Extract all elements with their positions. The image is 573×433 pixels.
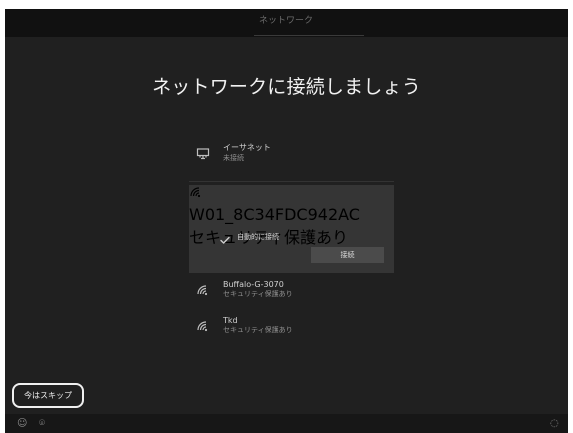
volume-icon[interactable]: ◌	[550, 419, 559, 429]
selected-network-panel[interactable]: W01_8C34FDC942AC セキュリティ保護あり 自動的に接続 接続	[189, 185, 394, 273]
setup-window: ネットワーク ネットワークに接続しましょう イーサネット 未接続 W01_8C3…	[5, 9, 568, 433]
ethernet-icon	[195, 146, 211, 162]
top-bar: ネットワーク	[5, 9, 568, 37]
network-name: Tkd	[223, 316, 238, 325]
microphone-icon[interactable]: ⌾	[39, 419, 45, 429]
selected-network-name: W01_8C34FDC942AC	[189, 205, 360, 224]
wifi-icon	[196, 319, 212, 335]
bottom-bar: ☺ ⌾ ◌	[5, 414, 568, 433]
network-row-buffalo[interactable]: Buffalo-G-3070 セキュリティ保護あり	[189, 273, 394, 307]
network-name: Buffalo-G-3070	[223, 280, 284, 289]
ethernet-network-row[interactable]: イーサネット 未接続	[189, 136, 394, 176]
network-row-tkd[interactable]: Tkd セキュリティ保護あり	[189, 309, 394, 343]
wifi-icon	[189, 186, 205, 205]
check-icon	[219, 231, 231, 244]
page-title: ネットワークに接続しましょう	[152, 76, 421, 98]
connect-button[interactable]: 接続	[311, 247, 384, 263]
accessibility-icon[interactable]: ☺	[17, 419, 27, 429]
ethernet-status: 未接続	[223, 154, 244, 162]
skip-button[interactable]: 今はスキップ	[12, 383, 84, 408]
auto-connect-label: 自動的に接続	[237, 233, 279, 241]
auto-connect-checkbox[interactable]: 自動的に接続	[219, 231, 329, 244]
network-status: セキュリティ保護あり	[223, 326, 293, 334]
ethernet-name: イーサネット	[223, 143, 271, 152]
top-tab-underline	[254, 35, 364, 36]
network-status: セキュリティ保護あり	[223, 290, 293, 298]
wifi-icon	[196, 283, 212, 299]
top-tab-label: ネットワーク	[258, 16, 314, 26]
